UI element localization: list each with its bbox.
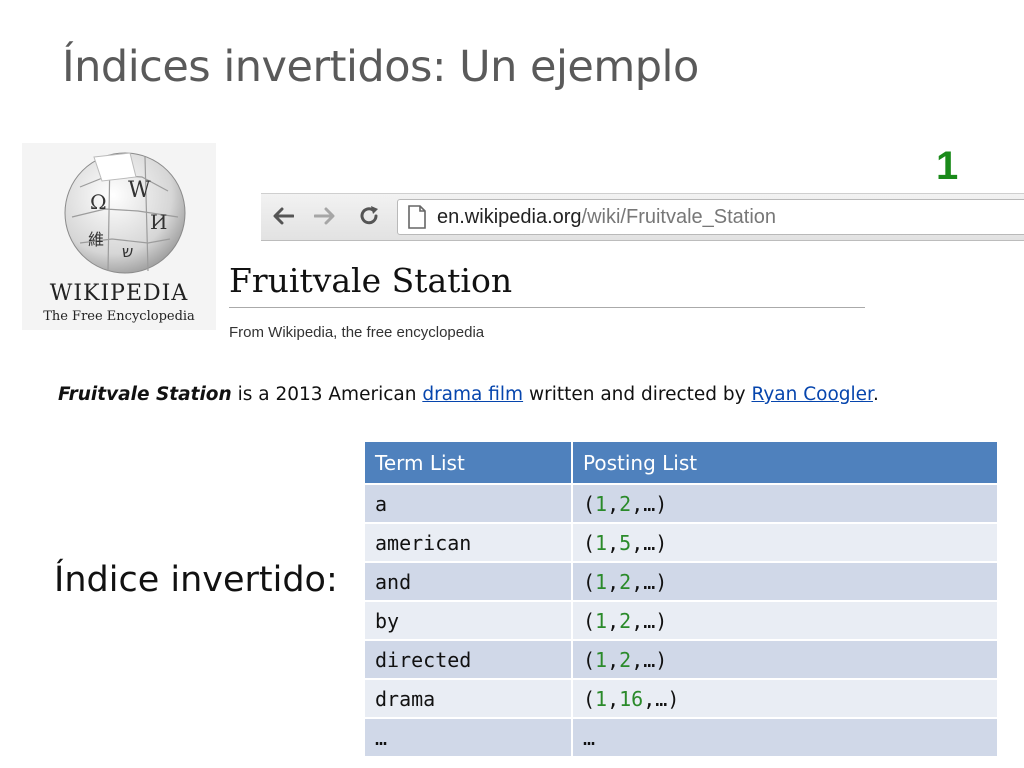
posting-cell: (1,5,…) <box>571 522 999 563</box>
inverted-index-label: Índice invertido: <box>54 560 338 600</box>
article-subject: Fruitvale Station <box>58 384 232 405</box>
posting-punct: ,…) <box>631 569 668 594</box>
posting-number: 5 <box>619 530 632 555</box>
article-tagline: From Wikipedia, the free encyclopedia <box>229 324 485 341</box>
drama-film-link[interactable]: drama film <box>422 384 523 405</box>
document-id: 1 <box>936 144 959 188</box>
term-cell: by <box>363 600 573 641</box>
term-cell: a <box>363 483 573 524</box>
posting-number: 2 <box>619 569 632 594</box>
page-icon <box>408 205 426 229</box>
posting-punct: , <box>607 686 620 711</box>
sentence-end: . <box>872 384 879 405</box>
posting-number: 1 <box>595 569 608 594</box>
url-path: /wiki/Fruitvale_Station <box>581 205 777 228</box>
posting-punct: ( <box>583 569 596 594</box>
back-arrow-icon <box>273 207 294 225</box>
posting-punct: , <box>607 647 620 672</box>
forward-arrow-icon <box>314 207 335 225</box>
posting-punct: , <box>607 608 620 633</box>
posting-punct: , <box>607 569 620 594</box>
posting-cell: (1,2,…) <box>571 483 999 524</box>
posting-punct: ,…) <box>643 686 680 711</box>
posting-number: 1 <box>595 491 608 516</box>
posting-punct: , <box>607 530 620 555</box>
sentence-text: written and directed by <box>523 384 752 405</box>
back-button[interactable] <box>269 202 297 230</box>
term-cell: drama <box>363 678 573 719</box>
reload-button[interactable] <box>355 202 383 230</box>
logo-tagline: The Free Encyclopedia <box>43 309 195 324</box>
posting-punct: ,…) <box>631 530 668 555</box>
term-cell: directed <box>363 639 573 680</box>
posting-number: 1 <box>595 530 608 555</box>
posting-cell: (1,2,…) <box>571 639 999 680</box>
globe-glyph: 維 <box>88 230 104 249</box>
globe-glyph: W <box>128 178 151 203</box>
table-row: drama (1,16,…) <box>363 678 999 719</box>
globe-glyph: Ω <box>90 190 107 214</box>
posting-punct: , <box>607 491 620 516</box>
term-list-header: Term List <box>363 440 573 485</box>
posting-punct: ( <box>583 530 596 555</box>
posting-number: 2 <box>619 608 632 633</box>
table-row: directed (1,2,…) <box>363 639 999 680</box>
forward-button[interactable] <box>311 202 339 230</box>
article-first-sentence: Fruitvale Station is a 2013 American dra… <box>58 384 879 405</box>
table-row: by (1,2,…) <box>363 600 999 641</box>
article-title: Fruitvale Station <box>229 261 513 300</box>
address-bar[interactable]: en.wikipedia.org/wiki/Fruitvale_Station <box>397 199 1024 235</box>
wikipedia-globe-icon: Ω W И 維 ש <box>64 152 186 274</box>
posting-number: 1 <box>595 686 608 711</box>
ryan-coogler-link[interactable]: Ryan Coogler <box>751 384 872 405</box>
title-divider <box>229 307 865 308</box>
reload-icon <box>360 206 378 225</box>
posting-punct: ( <box>583 686 596 711</box>
posting-punct: … <box>583 725 596 750</box>
posting-number: 1 <box>595 647 608 672</box>
table-row: a (1,2,…) <box>363 483 999 524</box>
table-row: …… <box>363 717 999 758</box>
wikipedia-logo: Ω W И 維 ש WIKIPEDIA The Free Encyclopedi… <box>22 143 216 330</box>
posting-punct: ( <box>583 491 596 516</box>
globe-glyph: ש <box>122 242 133 261</box>
inverted-index-table: Term List Posting List a (1,2,…) american(… <box>363 440 999 758</box>
posting-cell: (1,16,…) <box>571 678 999 719</box>
posting-punct: ,…) <box>631 608 668 633</box>
posting-cell: … <box>571 717 999 758</box>
term-cell: american <box>363 522 573 563</box>
posting-number: 2 <box>619 647 632 672</box>
slide-title: Índices invertidos: Un ejemplo <box>62 42 699 92</box>
sentence-text: is a 2013 American <box>231 384 423 405</box>
posting-punct: ,…) <box>631 491 668 516</box>
posting-punct: ,…) <box>631 647 668 672</box>
logo-name: WIKIPEDIA <box>49 281 189 306</box>
posting-cell: (1,2,…) <box>571 561 999 602</box>
posting-number: 16 <box>619 686 644 711</box>
posting-number: 2 <box>619 491 632 516</box>
table-header-row: Term List Posting List <box>363 440 999 485</box>
posting-number: 1 <box>595 608 608 633</box>
posting-punct: ( <box>583 608 596 633</box>
globe-glyph: И <box>150 210 167 234</box>
posting-punct: ( <box>583 647 596 672</box>
table-row: and (1,2,…) <box>363 561 999 602</box>
posting-cell: (1,2,…) <box>571 600 999 641</box>
table-row: american (1,5,…) <box>363 522 999 563</box>
term-cell: and <box>363 561 573 602</box>
browser-toolbar: en.wikipedia.org/wiki/Fruitvale_Station <box>261 193 1024 241</box>
term-cell: … <box>363 717 573 758</box>
posting-list-header: Posting List <box>571 440 999 485</box>
url-host: en.wikipedia.org <box>437 205 582 228</box>
